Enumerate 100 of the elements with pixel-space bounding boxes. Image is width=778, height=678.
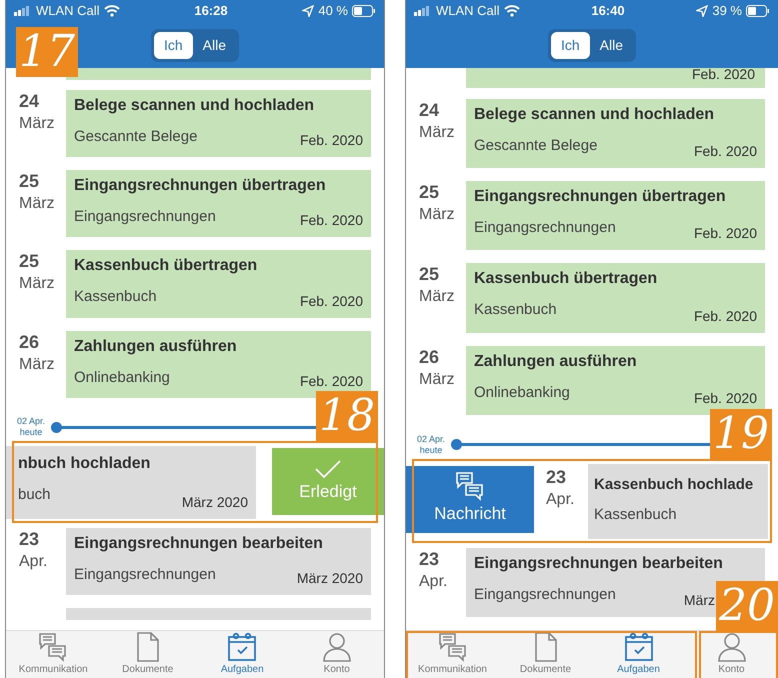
task-subtitle: Eingangsrechnungen: [474, 218, 616, 238]
period-label: März 2020: [182, 493, 248, 512]
task-card[interactable]: nbuch hochladen buch März 2020: [6, 446, 256, 520]
task-card[interactable]: Eingangsrechnungen bearbeiten Eingangsrechnungen März 2020: [66, 528, 371, 596]
day-number: 23: [546, 466, 568, 488]
signal-icon: [14, 6, 32, 16]
task-title: Kassenbuch übertragen: [74, 256, 258, 276]
period-label: Feb. 2020: [300, 130, 363, 150]
task-title: Eingangsrechnungen übertragen: [74, 176, 327, 196]
chat-bubbles-icon: [438, 632, 468, 662]
month-label: März: [19, 114, 56, 134]
month-label: März: [19, 194, 56, 214]
carrier-label: WLAN Call: [436, 2, 500, 20]
task-card[interactable]: Eingangsrechnungen übertragen Eingangsrechnungen Feb. 2020: [66, 170, 371, 238]
calendar-check-icon: [227, 632, 258, 662]
month-label: März: [19, 274, 56, 294]
battery-percent: 40 %: [318, 2, 348, 20]
message-action-button[interactable]: Nachricht: [406, 466, 534, 533]
task-subtitle: Eingangsrechnungen: [74, 565, 216, 586]
signal-icon: [414, 6, 432, 16]
task-title: Belege scannen und hochladen: [74, 96, 316, 116]
task-title: Zahlungen ausführen: [74, 336, 238, 357]
period-label: Feb. 2020: [692, 68, 755, 82]
carrier-label: WLAN Call: [36, 2, 100, 20]
day-number: 25: [419, 181, 440, 204]
month-label: März: [19, 354, 56, 375]
day-number: 24: [419, 98, 440, 121]
task-card[interactable]: Belege scannen und hochladen Gescannte Belege Feb. 2020: [466, 98, 765, 168]
today-label: heute: [418, 444, 444, 456]
task-card[interactable]: Zahlungen ausführen Onlinebanking Feb. 2020: [66, 330, 371, 398]
day-number: 25: [419, 263, 440, 286]
tab-bar-item[interactable]: Kommunikation: [406, 631, 499, 678]
chat-bubbles-icon: [38, 632, 68, 662]
callout-number: 18: [316, 390, 378, 441]
clock-time: 16:28: [194, 2, 228, 20]
location-arrow-icon: [302, 5, 314, 17]
location-arrow-icon: [696, 5, 708, 17]
segment-tab[interactable]: Ich: [550, 32, 590, 58]
segment-tab[interactable]: Alle: [192, 32, 236, 58]
task-subtitle: Kassenbuch: [594, 505, 677, 525]
period-label: Feb. 2020: [694, 306, 757, 326]
tab-bar-item[interactable]: Konto: [290, 631, 384, 678]
battery-icon: [352, 5, 376, 17]
task-card[interactable]: Eingangsrechnungen übertragen Eingangsrechnungen Feb. 2020: [466, 181, 765, 250]
tab-bar-item[interactable]: Kommunikation: [6, 631, 100, 678]
period-label: März: [684, 590, 715, 610]
task-card[interactable]: Kassenbuch hochlade Kassenbuch: [588, 464, 768, 539]
battery-percent: 39 %: [712, 2, 742, 20]
day-number: 26: [19, 330, 40, 353]
period-label: Feb. 2020: [694, 388, 757, 408]
period-label: Feb. 2020: [300, 292, 363, 311]
tab-bar-item[interactable]: Konto: [685, 631, 778, 678]
day-number: 24: [19, 90, 40, 112]
task-subtitle: Onlinebanking: [74, 368, 170, 388]
task-title: Zahlungen ausführen: [474, 352, 638, 372]
task-subtitle: Eingangsrechnungen: [474, 584, 616, 605]
calendar-check-icon: [624, 632, 654, 662]
clock-time: 16:40: [591, 2, 625, 20]
task-subtitle: Gescannte Belege: [74, 126, 198, 147]
task-title: Eingangsrechnungen bearbeiten: [474, 554, 724, 574]
task-subtitle: Kassenbuch: [74, 287, 157, 308]
tab-bar-item[interactable]: Aufgaben: [592, 631, 685, 678]
task-card[interactable]: Kassenbuch übertragen Kassenbuch Feb. 2020: [66, 250, 371, 318]
month-label: Apr.: [546, 490, 576, 510]
task-title: Eingangsrechnungen übertragen: [474, 187, 727, 208]
task-subtitle: Onlinebanking: [474, 382, 570, 403]
day-number: 23: [19, 528, 40, 550]
month-label: März: [419, 122, 456, 143]
task-title: nbuch hochladen: [18, 454, 152, 474]
period-label: Feb. 2020: [694, 142, 757, 162]
today-label: heute: [18, 427, 44, 438]
task-title: Belege scannen und hochladen: [474, 104, 716, 125]
task-subtitle: Kassenbuch: [474, 300, 557, 320]
tab-bar-item[interactable]: Dokumente: [499, 631, 592, 678]
segment-tab[interactable]: Ich: [154, 32, 193, 58]
wifi-icon: [504, 5, 520, 17]
person-icon: [322, 632, 352, 662]
month-label: März: [419, 287, 456, 308]
task-card[interactable]: Belege scannen und hochladen Gescannte Belege Feb. 2020: [66, 90, 371, 157]
task-card[interactable]: [66, 608, 371, 620]
tab-bar-item[interactable]: Aufgaben: [195, 631, 290, 678]
task-card[interactable]: Zahlungen ausführen Onlinebanking Feb. 2020: [466, 346, 765, 415]
person-icon: [716, 632, 746, 662]
task-subtitle: buch: [18, 484, 51, 505]
task-title: Kassenbuch übertragen: [474, 269, 658, 290]
task-card[interactable]: Feb. 2020: [466, 68, 765, 88]
task-title: Eingangsrechnungen bearbeiten: [74, 534, 324, 554]
day-number: 23: [419, 548, 440, 570]
month-label: März: [419, 370, 456, 390]
task-subtitle: Eingangsrechnungen: [74, 206, 216, 227]
callout-number: 17: [16, 27, 78, 77]
task-subtitle: Gescannte Belege: [474, 136, 598, 156]
segment-tab[interactable]: Alle: [590, 32, 634, 58]
today-date: 02 Apr.: [16, 416, 46, 428]
callout-number: 19: [710, 408, 772, 458]
period-label: März 2020: [296, 569, 363, 588]
month-label: Apr.: [19, 552, 48, 572]
tab-bar-item[interactable]: Dokumente: [100, 631, 195, 678]
task-card[interactable]: Kassenbuch übertragen Kassenbuch Feb. 2020: [466, 263, 765, 333]
task-card[interactable]: [66, 68, 371, 80]
